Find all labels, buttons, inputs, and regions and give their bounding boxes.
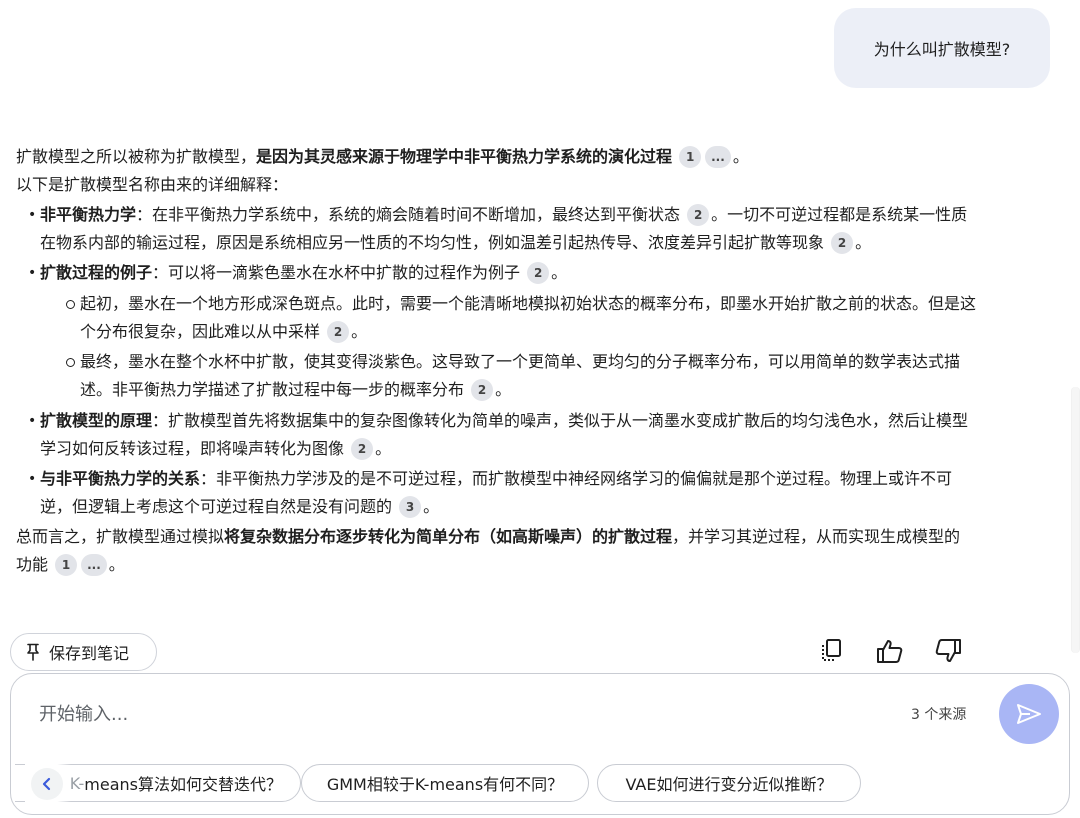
punctuation: 。 — [375, 439, 392, 458]
list-item-title: 扩散过程的例子 — [40, 263, 153, 282]
thumbs-down-icon — [935, 639, 961, 662]
punctuation: 。 — [351, 322, 368, 341]
suggestions-prev-button[interactable] — [25, 764, 71, 804]
answer-lead: 以下是扩散模型名称由来的详细解释： — [16, 175, 289, 194]
suggestion-chip[interactable]: VAE如何进行变分近似推断？ — [597, 764, 861, 802]
citation-chip[interactable]: 2 — [687, 204, 710, 226]
answer-intro: 扩散模型之所以被称为扩散模型，是因为其灵感来源于物理学中非平衡热力学系统的演化过… — [16, 143, 976, 171]
sub-list-item: 起初，墨水在一个地方形成深色斑点。此时，需要一个能清晰地模拟初始状态的概率分布，… — [64, 290, 976, 346]
punctuation: 。 — [855, 233, 872, 252]
citation-more-chip[interactable]: ... — [705, 146, 731, 168]
intro-text: 扩散模型之所以被称为扩散模型， — [16, 147, 257, 166]
list-item: 扩散过程的例子：可以将一滴紫色墨水在水杯中扩散的过程作为例子 2。 起初，墨水在… — [26, 259, 976, 404]
message-composer: 3 个来源 K-means算法如何交替迭代？ GMM相较于K-means有何不同… — [10, 673, 1070, 815]
sub-bullet-list: 起初，墨水在一个地方形成深色斑点。此时，需要一个能清晰地模拟初始状态的概率分布，… — [64, 290, 976, 404]
suggestions-prev-circle — [31, 768, 63, 800]
sub-list-item-text: 起初，墨水在一个地方形成深色斑点。此时，需要一个能清晰地模拟初始状态的概率分布，… — [80, 294, 977, 341]
citation-chip[interactable]: 2 — [831, 232, 854, 254]
summary-bold-text: 将复杂数据分布逐步转化为简单分布（如高斯噪声）的扩散过程 — [224, 527, 673, 546]
suggestion-chip-label: VAE如何进行变分近似推断？ — [625, 775, 833, 794]
pin-icon — [27, 643, 39, 661]
suggestion-chip-faded-text: K- — [69, 773, 85, 793]
thumbs-down-button[interactable] — [928, 633, 968, 669]
answer-bullet-list: 非平衡热力学：在非平衡热力学系统中，系统的熵会随着时间不断增加，最终达到平衡状态… — [26, 201, 976, 521]
punctuation: 。 — [495, 380, 512, 399]
list-item-text: ：在非平衡热力学系统中，系统的熵会随着时间不断增加，最终达到平衡状态 — [136, 205, 681, 224]
scrollbar-thumb[interactable] — [1072, 387, 1079, 653]
list-item: 非平衡热力学：在非平衡热力学系统中，系统的熵会随着时间不断增加，最终达到平衡状态… — [26, 201, 976, 257]
suggestion-chip[interactable]: GMM相较于K-means有何不同？ — [301, 764, 589, 802]
citation-chip[interactable]: 1 — [55, 554, 78, 576]
punctuation: 。 — [732, 147, 749, 166]
citation-chip[interactable]: 2 — [471, 379, 494, 401]
chevron-left-icon — [42, 777, 51, 791]
list-item-text: ：可以将一滴紫色墨水在水杯中扩散的过程作为例子 — [152, 263, 521, 282]
citation-chip[interactable]: 2 — [327, 321, 350, 343]
list-item-title: 非平衡热力学 — [40, 205, 137, 224]
thumbs-up-icon — [877, 640, 903, 663]
list-item: 扩散模型的原理：扩散模型首先将数据集中的复杂图像转化为简单的噪声，类似于从一滴墨… — [26, 407, 976, 463]
user-message-text: 为什么叫扩散模型? — [873, 40, 1011, 59]
suggestion-chip-label: means算法如何交替迭代？ — [84, 775, 282, 794]
citation-chip[interactable]: 1 — [679, 146, 702, 168]
citation-chip[interactable]: 3 — [399, 496, 422, 518]
scrollbar[interactable] — [1071, 387, 1080, 653]
copy-icon — [822, 639, 841, 661]
save-to-notes-button[interactable]: 保存到笔记 — [10, 633, 157, 671]
response-actions — [812, 633, 968, 669]
summary-text: 总而言之，扩散模型通过模拟 — [16, 527, 225, 546]
citation-more-chip[interactable]: ... — [81, 554, 107, 576]
citation-chip[interactable]: 2 — [351, 438, 374, 460]
save-to-notes-label: 保存到笔记 — [49, 644, 130, 663]
intro-bold-text: 是因为其灵感来源于物理学中非平衡热力学系统的演化过程 — [256, 147, 673, 166]
message-input[interactable] — [39, 700, 859, 728]
sub-list-item: 最终，墨水在整个水杯中扩散，使其变得淡紫色。这导致了一个更简单、更均匀的分子概率… — [64, 348, 976, 404]
list-item: 与非平衡热力学的关系：非平衡热力学涉及的是不可逆过程，而扩散模型中神经网络学习的… — [26, 465, 976, 521]
citation-chip[interactable]: 2 — [527, 262, 550, 284]
suggestion-chips: K-means算法如何交替迭代？ GMM相较于K-means有何不同？ VAE如… — [15, 764, 1065, 804]
source-count: 3 个来源 — [911, 707, 967, 723]
copy-button[interactable] — [812, 633, 852, 669]
answer-summary: 总而言之，扩散模型通过模拟将复杂数据分布逐步转化为简单分布（如高斯噪声）的扩散过… — [16, 523, 976, 579]
thumbs-up-button[interactable] — [870, 633, 910, 669]
suggestion-chip-label: GMM相较于K-means有何不同？ — [326, 775, 564, 794]
send-icon — [1017, 704, 1041, 724]
list-item-title: 扩散模型的原理 — [40, 411, 153, 430]
assistant-answer: 扩散模型之所以被称为扩散模型，是因为其灵感来源于物理学中非平衡热力学系统的演化过… — [16, 143, 976, 579]
sub-list-item-text: 最终，墨水在整个水杯中扩散，使其变得淡紫色。这导致了一个更简单、更均匀的分子概率… — [80, 352, 961, 399]
list-item-text: ：扩散模型首先将数据集中的复杂图像转化为简单的噪声，类似于从一滴墨水变成扩散后的… — [40, 411, 969, 458]
punctuation: 。 — [108, 555, 125, 574]
chat-page: 为什么叫扩散模型? 扩散模型之所以被称为扩散模型，是因为其灵感来源于物理学中非平… — [0, 0, 1080, 818]
punctuation: 。 — [551, 263, 568, 282]
send-button[interactable] — [999, 684, 1059, 744]
list-item-title: 与非平衡热力学的关系 — [40, 469, 201, 488]
punctuation: 。 — [423, 497, 440, 516]
user-message-bubble: 为什么叫扩散模型? — [834, 8, 1050, 88]
